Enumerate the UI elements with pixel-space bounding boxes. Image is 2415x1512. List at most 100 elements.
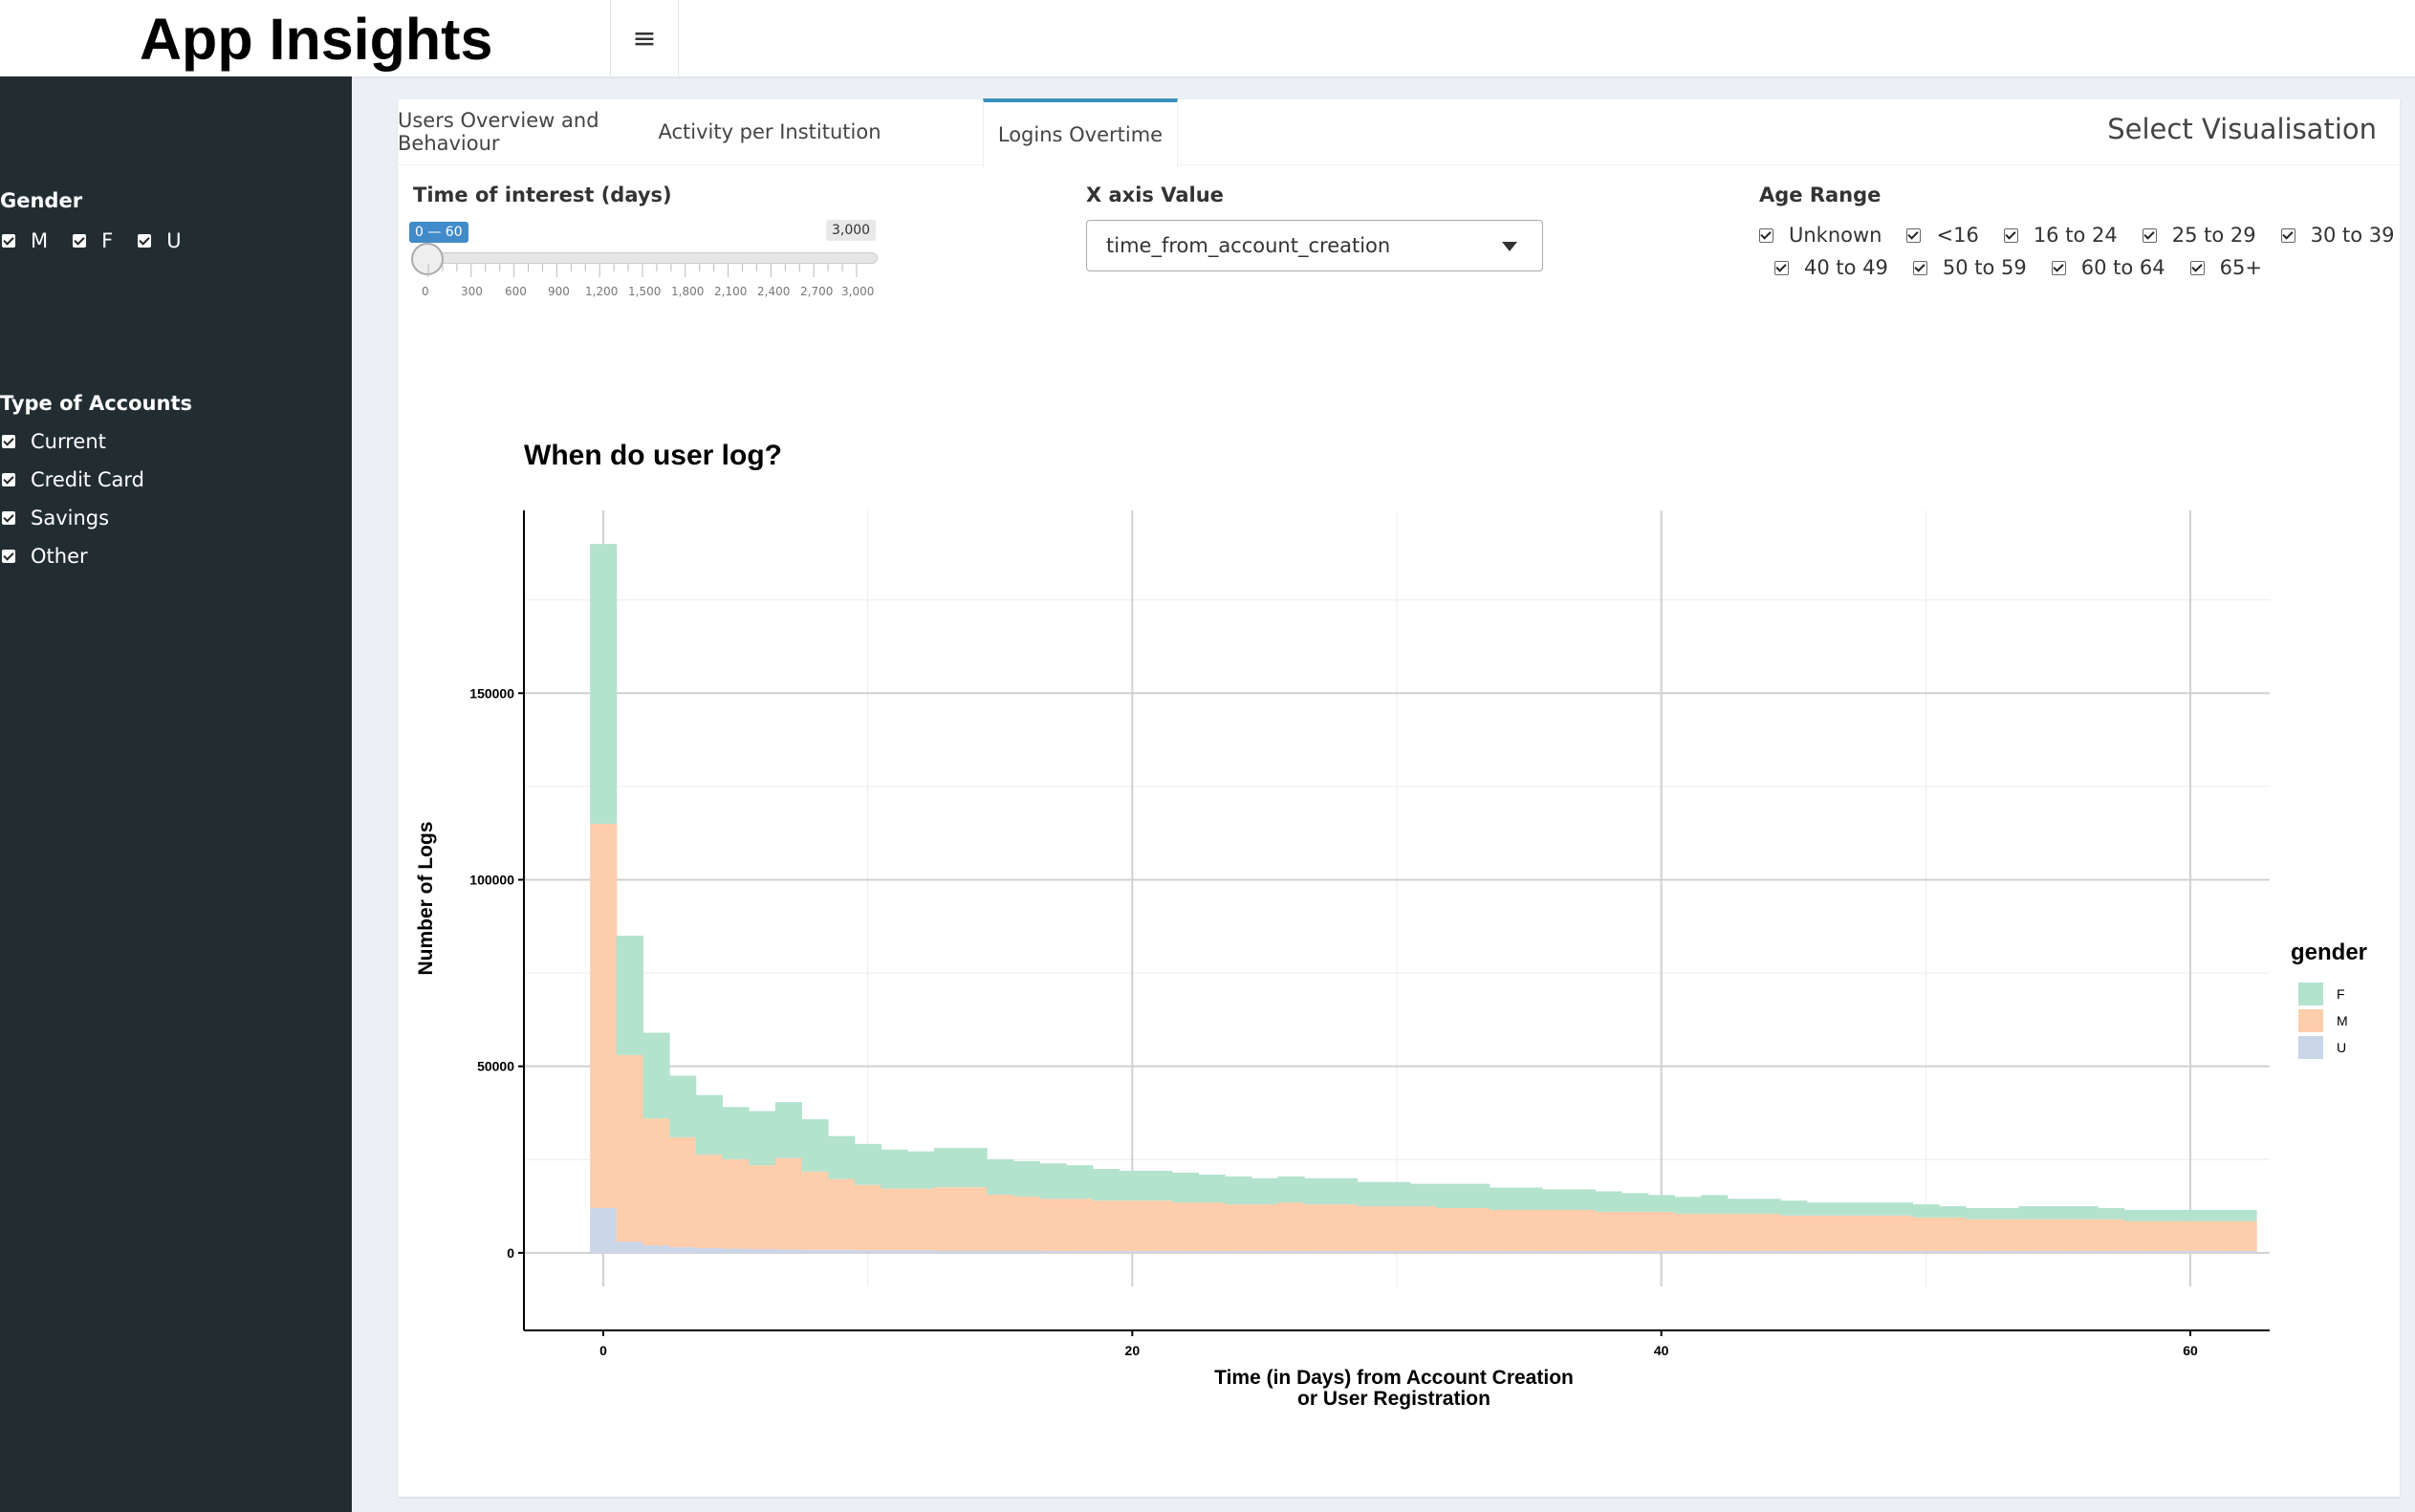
bar-f — [828, 1135, 856, 1179]
time-slider-max-badge: 3,000 — [826, 220, 877, 241]
account-savings-checkbox[interactable] — [2, 511, 15, 525]
slider-tick-label: 2,100 — [714, 285, 748, 298]
time-slider-value-badge: 0 — 60 — [409, 222, 468, 243]
slider-tick-label: 1,800 — [671, 285, 705, 298]
x-tick-label: 20 — [1125, 1343, 1141, 1358]
bar-m — [1912, 1217, 1940, 1251]
slider-tick-label: 3,000 — [841, 285, 875, 298]
bar-f — [590, 544, 618, 824]
bar-f — [1885, 1202, 1913, 1216]
bar-f — [1198, 1174, 1226, 1203]
tab-bar: Users Overview and Behaviour Activity pe… — [398, 98, 2400, 167]
gender-m-label: M — [31, 229, 49, 252]
bar-u — [1647, 1250, 1675, 1253]
age-under-16-checkbox[interactable] — [1906, 227, 1922, 243]
account-other-checkbox[interactable] — [2, 550, 15, 563]
hamburger-icon: ≡ — [632, 21, 657, 55]
bar-f — [1409, 1183, 1437, 1207]
bar-m — [1542, 1209, 1570, 1251]
bar-f — [1092, 1169, 1120, 1201]
bar-m — [1833, 1215, 1860, 1251]
y-tick-label: 100000 — [469, 872, 514, 887]
x-axis-select[interactable]: time_from_account_creation — [1086, 220, 1543, 271]
account-credit-card-checkbox[interactable] — [2, 473, 15, 486]
age-30-39-checkbox[interactable] — [2280, 227, 2295, 243]
bar-u — [749, 1248, 776, 1253]
y-tick-label: 0 — [507, 1245, 514, 1261]
bar-f — [1119, 1170, 1146, 1201]
bar-f — [642, 1032, 670, 1119]
bar-u — [2018, 1250, 2046, 1253]
account-other-option[interactable]: Other — [2, 545, 88, 568]
bar-m — [1595, 1211, 1622, 1251]
tab-users-overview[interactable]: Users Overview and Behaviour — [398, 99, 650, 164]
bar-u — [1277, 1250, 1305, 1253]
bar-f — [1383, 1181, 1411, 1207]
bar-f — [1833, 1202, 1860, 1216]
top-header: App Insights ≡ — [0, 0, 2415, 78]
age-40-49-label: 40 to 49 — [1804, 256, 1888, 279]
age-50-59-label: 50 to 59 — [1942, 256, 2027, 279]
bar-u — [1039, 1250, 1067, 1253]
bar-u — [1489, 1250, 1516, 1253]
time-slider-track[interactable] — [417, 252, 878, 264]
age-25-29-label: 25 to 29 — [2171, 224, 2256, 247]
bar-u — [1753, 1250, 1781, 1253]
bar-f — [801, 1119, 829, 1172]
bar-f — [1780, 1200, 1808, 1216]
bar-u — [1939, 1250, 1967, 1253]
gender-f-checkbox[interactable] — [73, 234, 87, 248]
bar-u — [774, 1249, 802, 1253]
visualisation-box: Users Overview and Behaviour Activity pe… — [398, 98, 2400, 1497]
account-current-option[interactable]: Current — [2, 430, 106, 453]
age-50-59-checkbox[interactable] — [1912, 260, 1927, 275]
bar-u — [1885, 1250, 1913, 1253]
age-25-29-checkbox[interactable] — [2142, 227, 2157, 243]
bar-f — [1463, 1183, 1490, 1209]
bar-f — [1701, 1195, 1729, 1214]
bar-u — [722, 1248, 750, 1253]
age-40-49-checkbox[interactable] — [1774, 260, 1789, 275]
x-axis-select-value: time_from_account_creation — [1106, 234, 1391, 257]
bar-m — [749, 1165, 776, 1249]
bar-f — [2071, 1206, 2099, 1220]
bar-u — [2044, 1250, 2072, 1253]
bar-m — [854, 1184, 881, 1251]
bar-u — [642, 1245, 670, 1253]
bar-f — [1568, 1189, 1596, 1210]
y-tick-label: 150000 — [469, 685, 514, 701]
bar-f — [1595, 1191, 1622, 1212]
account-credit-card-option[interactable]: Credit Card — [2, 468, 144, 491]
age-60-64-checkbox[interactable] — [2051, 260, 2066, 275]
bar-u — [1595, 1250, 1622, 1253]
bar-u — [1092, 1250, 1120, 1253]
gender-u-checkbox[interactable] — [138, 234, 152, 248]
bar-f — [1357, 1181, 1384, 1207]
age-65-plus-checkbox[interactable] — [2189, 260, 2205, 275]
bar-u — [1436, 1250, 1464, 1253]
bar-m — [907, 1188, 935, 1251]
age-unknown-checkbox[interactable] — [1759, 227, 1773, 243]
bar-u — [1542, 1250, 1570, 1253]
bar-m — [1436, 1208, 1464, 1251]
tab-logins-overtime[interactable]: Logins Overtime — [983, 98, 1178, 167]
bar-u — [1225, 1250, 1252, 1253]
tab-activity-per-institution[interactable]: Activity per Institution — [650, 99, 889, 164]
gender-m-checkbox[interactable] — [2, 234, 15, 248]
bar-m — [1489, 1209, 1516, 1251]
age-16-24-checkbox[interactable] — [2003, 227, 2018, 243]
bar-f — [695, 1094, 723, 1156]
bar-m — [801, 1171, 829, 1250]
bar-m — [1965, 1219, 1992, 1251]
time-slider-ticks — [427, 264, 858, 277]
legend-swatch-m — [2298, 1009, 2323, 1032]
bar-u — [2203, 1250, 2230, 1253]
bar-f — [2230, 1209, 2257, 1221]
legend-label-f: F — [2337, 986, 2345, 1002]
account-current-checkbox[interactable] — [2, 435, 15, 448]
sidebar-toggle-button[interactable]: ≡ — [610, 0, 679, 76]
gender-filter-options: M F U — [2, 229, 182, 252]
bar-u — [1568, 1250, 1596, 1253]
logins-chart: When do user log? 0 20 40 60 0 50000 100000 150… — [415, 440, 2367, 1410]
account-savings-option[interactable]: Savings — [2, 507, 109, 529]
